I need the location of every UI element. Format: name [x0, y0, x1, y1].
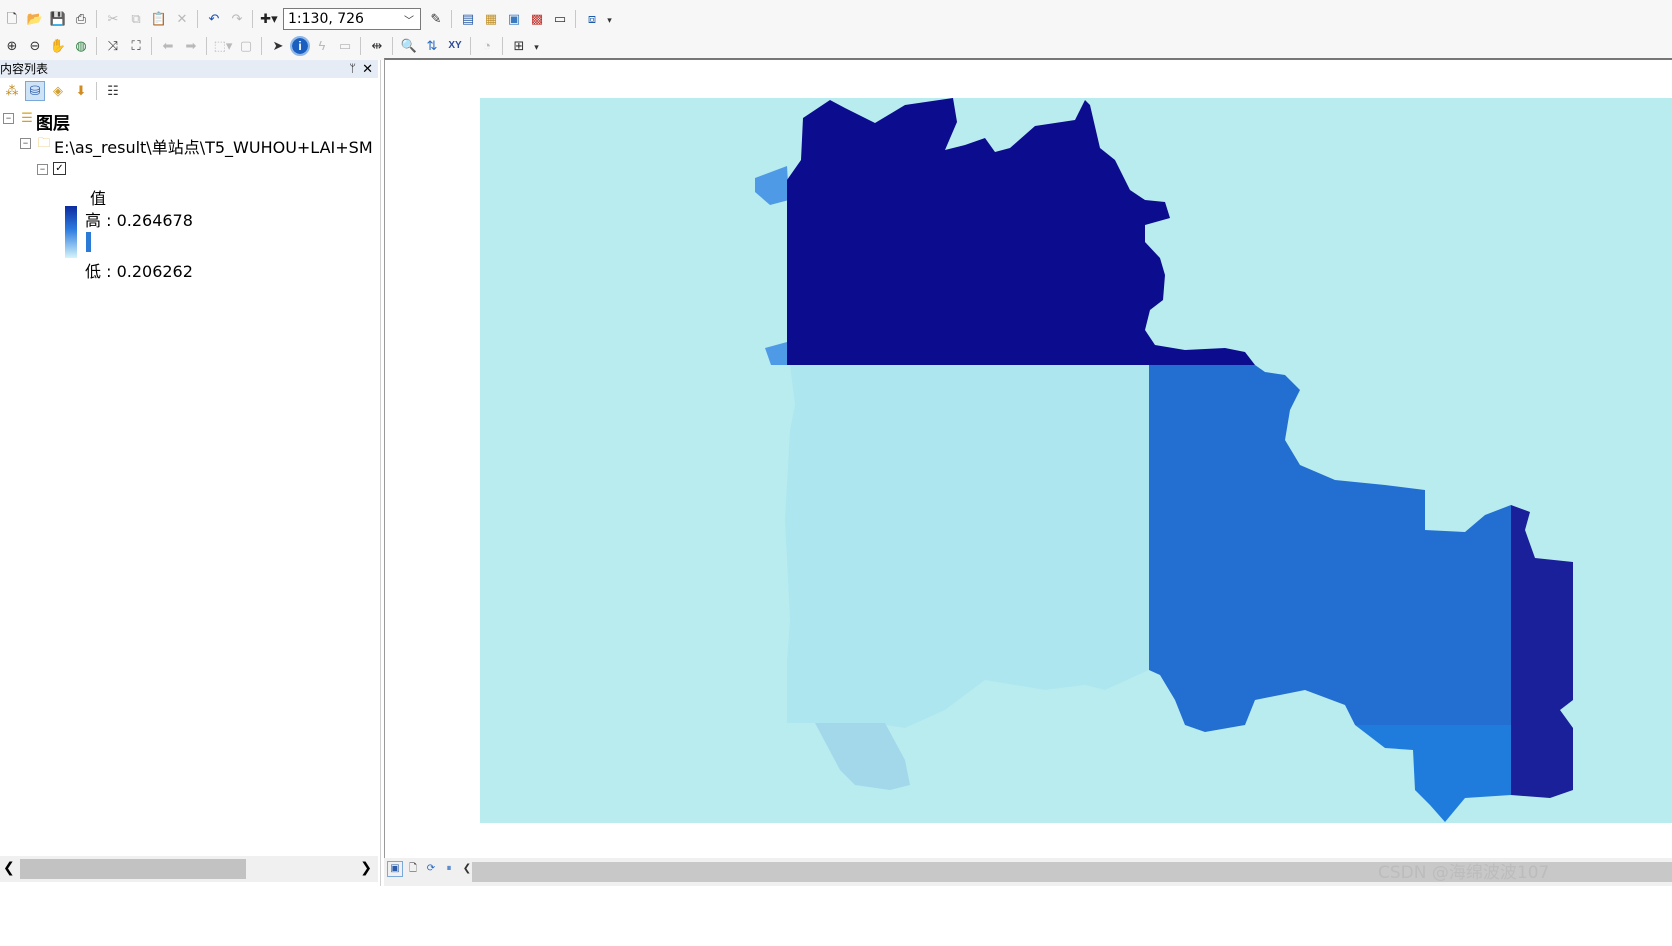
- standard-toolbar: 🗋 📂 💾 ⎙ ✂ ⧉ 📋 ✕ ↶ ↷ ✚▾ 1:130, 726 ﹀ ✎ ▤ …: [0, 6, 614, 32]
- options-icon[interactable]: ☷: [104, 82, 122, 100]
- editor-toolbar-icon[interactable]: ✎: [427, 10, 445, 28]
- separator: [451, 10, 452, 28]
- copy-icon[interactable]: ⧉: [127, 10, 145, 28]
- folder-path[interactable]: E:\as_result\单站点\T5_WUHOU+LAI+SM: [54, 134, 373, 158]
- map-view[interactable]: [384, 58, 1672, 860]
- print-icon[interactable]: ⎙: [72, 10, 90, 28]
- separator: [261, 37, 262, 55]
- html-popup-icon[interactable]: ▭: [336, 37, 354, 55]
- select-elements-icon[interactable]: ➤: [269, 37, 287, 55]
- pan-icon[interactable]: ✋: [49, 37, 67, 55]
- tools-toolbar: ⊕ ⊖ ✋ ◍ ⤨ ⛶ ⬅ ➡ ⬚▾ ▢ ➤ i ϟ ▭ ⇹ 🔍 ⇅ XY ◔ …: [0, 33, 541, 59]
- legend-color-ramp: [65, 206, 77, 258]
- close-icon[interactable]: ✕: [362, 60, 373, 78]
- list-by-visibility-icon[interactable]: ◈: [49, 82, 67, 100]
- redo-icon[interactable]: ↷: [228, 10, 246, 28]
- collapse-toggle[interactable]: −: [3, 113, 14, 124]
- save-icon[interactable]: 💾: [49, 10, 67, 28]
- toc-horizontal-scrollbar[interactable]: ❮ ❯: [0, 856, 378, 882]
- python-window-icon[interactable]: ▭: [551, 10, 569, 28]
- find-route-icon[interactable]: ⇅: [423, 37, 441, 55]
- layers-icon: ☰: [21, 110, 33, 125]
- clear-selection-icon[interactable]: ▢: [237, 37, 255, 55]
- open-folder-icon[interactable]: 📂: [26, 10, 44, 28]
- fixed-zoom-in-icon[interactable]: ⤨: [104, 37, 122, 55]
- search-window-icon[interactable]: ▣: [505, 10, 523, 28]
- toc-title-bar: 内容列表 ᛘ ✕: [0, 60, 378, 78]
- separator: [96, 82, 97, 100]
- list-by-selection-icon[interactable]: ⬇: [72, 82, 90, 100]
- watermark: CSDN @海绵波波107: [1378, 863, 1550, 883]
- find-icon[interactable]: 🔍: [400, 37, 418, 55]
- refresh-icon[interactable]: ⟳: [424, 862, 438, 876]
- select-features-icon[interactable]: ⬚▾: [214, 37, 233, 55]
- add-data-icon[interactable]: ✚▾: [260, 10, 278, 28]
- model-builder-icon[interactable]: ⧈: [583, 10, 601, 28]
- go-to-xy-icon[interactable]: XY: [446, 37, 464, 55]
- layer-visibility-checkbox[interactable]: ✓: [53, 162, 66, 175]
- zoom-in-icon[interactable]: ⊕: [3, 37, 21, 55]
- measure-icon[interactable]: ⇹: [368, 37, 386, 55]
- toc-title: 内容列表: [0, 62, 49, 76]
- toolbar-area: 🗋 📂 💾 ⎙ ✂ ⧉ 📋 ✕ ↶ ↷ ✚▾ 1:130, 726 ﹀ ✎ ▤ …: [0, 0, 1672, 60]
- layer-tree: − ☰ 图层 − 🗀 E:\as_result\单站点\T5_WUHOU+LAI…: [0, 104, 378, 850]
- separator: [96, 37, 97, 55]
- table-of-contents-icon[interactable]: ▤: [459, 10, 477, 28]
- list-by-source-icon[interactable]: ⛁: [25, 81, 45, 101]
- catalog-icon[interactable]: ▦: [482, 10, 500, 28]
- cut-icon[interactable]: ✂: [104, 10, 122, 28]
- legend-low-label: 低 : 0.206262: [85, 262, 193, 281]
- data-view-icon[interactable]: ▣: [387, 861, 403, 877]
- legend-mid-swatch: [86, 232, 91, 252]
- separator: [252, 10, 253, 28]
- map-scale-value: 1:130, 726: [288, 11, 364, 27]
- list-by-drawing-order-icon[interactable]: ⁂: [3, 82, 21, 100]
- layers-label[interactable]: 图层: [36, 109, 70, 134]
- pin-icon[interactable]: ᛘ: [349, 60, 356, 78]
- collapse-toggle[interactable]: −: [20, 138, 31, 149]
- time-slider-icon[interactable]: ◔: [478, 37, 496, 55]
- map-canvas[interactable]: [385, 60, 1672, 860]
- delete-icon[interactable]: ✕: [173, 10, 191, 28]
- forward-extent-icon[interactable]: ➡: [182, 37, 200, 55]
- scroll-right-icon[interactable]: ❯: [360, 859, 372, 876]
- light-cyan-region: [785, 365, 1149, 728]
- map-scale-combobox[interactable]: 1:130, 726 ﹀: [283, 8, 421, 30]
- layout-view-icon[interactable]: 🗋: [406, 862, 420, 876]
- separator: [392, 37, 393, 55]
- separator: [502, 37, 503, 55]
- table-of-contents-panel: 内容列表 ᛘ ✕ ⁂ ⛁ ◈ ⬇ ☷ − ☰ 图层 − 🗀 E:\as_resu…: [0, 60, 381, 886]
- paste-icon[interactable]: 📋: [150, 10, 168, 28]
- full-extent-icon[interactable]: ◍: [72, 37, 90, 55]
- scroll-left-icon[interactable]: ❮: [3, 859, 15, 876]
- pause-drawing-icon[interactable]: ⏸: [442, 862, 456, 876]
- arctoolbox-icon[interactable]: ▩: [528, 10, 546, 28]
- separator: [470, 37, 471, 55]
- scrollbar-thumb[interactable]: [20, 859, 246, 879]
- back-extent-icon[interactable]: ⬅: [159, 37, 177, 55]
- identify-icon[interactable]: i: [290, 36, 310, 56]
- separator: [197, 10, 198, 28]
- toolbar-overflow-icon[interactable]: ▾: [605, 12, 614, 26]
- toolbar-overflow-icon[interactable]: ▾: [532, 39, 541, 53]
- zoom-out-icon[interactable]: ⊖: [26, 37, 44, 55]
- legend-high-label: 高 : 0.264678: [85, 211, 193, 230]
- separator: [575, 10, 576, 28]
- undo-icon[interactable]: ↶: [205, 10, 223, 28]
- fixed-zoom-out-icon[interactable]: ⛶: [127, 37, 145, 55]
- separator: [151, 37, 152, 55]
- separator: [360, 37, 361, 55]
- legend-title: 值: [90, 189, 107, 208]
- toc-toolbar: ⁂ ⛁ ◈ ⬇ ☷: [0, 79, 378, 103]
- separator: [96, 10, 97, 28]
- create-viewer-window-icon[interactable]: ⊞: [510, 37, 528, 55]
- collapse-toggle[interactable]: −: [37, 164, 48, 175]
- hyperlink-icon[interactable]: ϟ: [313, 37, 331, 55]
- view-switch-tools: ▣ 🗋 ⟳ ⏸ ❮: [386, 860, 476, 878]
- folder-icon: 🗀: [37, 135, 51, 150]
- chevron-down-icon[interactable]: ﹀: [398, 12, 420, 27]
- new-document-icon[interactable]: 🗋: [3, 10, 21, 28]
- separator: [206, 37, 207, 55]
